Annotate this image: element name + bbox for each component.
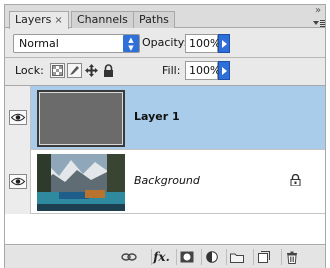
fx-label: fx.: [153, 250, 170, 264]
fill-label: Fill:: [162, 64, 181, 77]
blend-mode-value: Normal: [19, 37, 59, 50]
layers-toolbar: fx.: [5, 246, 325, 268]
adjustment-icon[interactable]: [201, 249, 221, 265]
eye-icon[interactable]: [9, 174, 27, 189]
tab-layers[interactable]: Layers ×: [9, 11, 69, 29]
link-icon[interactable]: [119, 249, 139, 265]
eye-icon[interactable]: [9, 110, 27, 125]
lock-label: Lock:: [15, 64, 44, 77]
layer-row-layer-1[interactable]: Layer 1: [5, 86, 325, 150]
tab-channels-label: Channels: [77, 13, 128, 26]
lock-all-icon[interactable]: [101, 63, 116, 78]
stepper-icon: ▲ ▼: [123, 35, 139, 52]
panel-menu-icon[interactable]: [312, 17, 326, 29]
lock-image-pixels-icon[interactable]: [67, 63, 82, 78]
new-layer-icon[interactable]: [253, 249, 273, 265]
fx-icon[interactable]: fx.: [151, 249, 171, 265]
collapse-icon[interactable]: »: [315, 5, 322, 16]
fill-slider-arrow-icon[interactable]: [218, 61, 230, 80]
layer-name[interactable]: Layer 1: [134, 110, 180, 123]
layers-panel: Layers × Channels Paths » Normal ▲ ▼ Opaci…: [4, 4, 326, 268]
visibility-cell: [5, 150, 31, 214]
layer-thumbnail: [37, 90, 125, 147]
lock-transparent-pixels-icon[interactable]: [50, 63, 65, 78]
tab-channels[interactable]: Channels: [71, 11, 134, 28]
visibility-cell: [5, 86, 31, 150]
tab-layers-label: Layers: [15, 13, 52, 26]
layer-row-background[interactable]: Background: [5, 150, 325, 214]
divider: [5, 57, 325, 58]
trash-icon[interactable]: [281, 249, 301, 265]
opacity-label: Opacity:: [142, 36, 188, 49]
layers-list: Layer 1 Background: [5, 85, 325, 245]
background-thumbnail: [37, 154, 125, 211]
lock-position-icon[interactable]: [84, 63, 99, 78]
layer-name[interactable]: Background: [134, 174, 200, 187]
folder-icon[interactable]: [226, 249, 246, 265]
opacity-field[interactable]: 100%: [185, 34, 220, 53]
fill-field[interactable]: 100%: [185, 61, 220, 80]
tab-paths[interactable]: Paths: [133, 11, 175, 28]
mask-icon[interactable]: [176, 249, 196, 265]
tab-paths-label: Paths: [139, 13, 169, 26]
close-icon[interactable]: ×: [54, 15, 62, 26]
opacity-slider-arrow-icon[interactable]: [218, 34, 230, 53]
blend-mode-select[interactable]: Normal ▲ ▼: [13, 34, 140, 53]
tab-bar: Layers × Channels Paths: [5, 5, 325, 29]
lock-icon: [290, 173, 301, 189]
